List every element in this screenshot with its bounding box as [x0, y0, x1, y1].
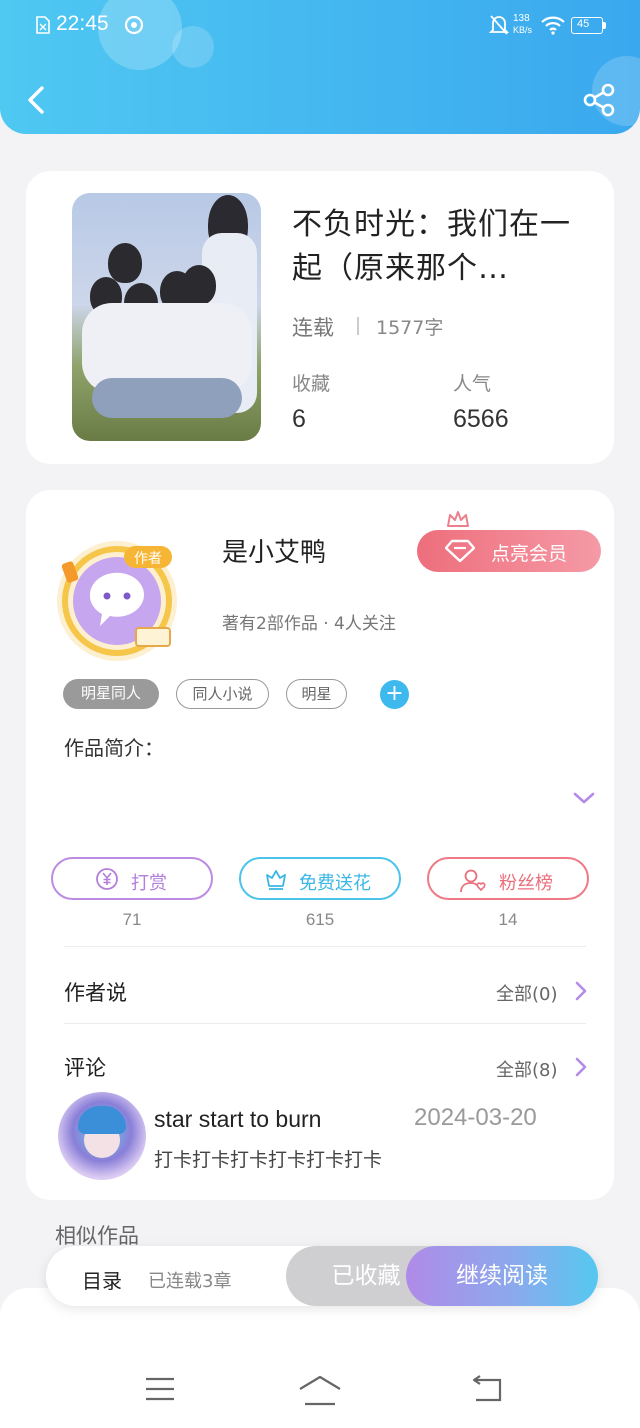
favorites-label: 收藏	[292, 373, 331, 395]
vip-member-button[interactable]: 点亮会员	[417, 530, 601, 572]
net-speed-unit: KB/s	[513, 25, 533, 35]
section-divider	[64, 1023, 586, 1024]
diamond-icon	[445, 539, 475, 563]
author-badge-text: 作者	[134, 551, 162, 567]
section-divider	[64, 946, 586, 947]
author-stats: 著有2部作品 · 4人关注	[222, 614, 396, 634]
app-notification-icon	[124, 15, 144, 35]
fan-user-icon	[460, 869, 486, 893]
fan-ranking-button[interactable]: 粉丝榜	[427, 857, 589, 900]
author-name[interactable]: 是小艾鸭	[222, 532, 326, 569]
free-flower-button[interactable]: 免费送花	[239, 857, 401, 900]
cover-figure	[92, 378, 242, 418]
book-cover-image[interactable]	[72, 193, 261, 441]
book-title: 不负时光：我们在一起（原来那个…	[292, 207, 571, 286]
fan-ranking-label: 粉丝榜	[499, 873, 553, 894]
reward-button[interactable]: 打赏	[51, 857, 213, 900]
popularity-value: 6566	[453, 405, 509, 433]
add-tag-button[interactable]: +	[380, 680, 409, 709]
tag-item[interactable]: 明星	[286, 679, 347, 709]
silent-bell-icon	[489, 15, 509, 35]
popularity-label: 人气	[453, 373, 492, 395]
chevron-left-icon[interactable]	[20, 80, 56, 120]
chevron-right-icon[interactable]	[574, 1056, 588, 1078]
author-avatar[interactable]: 作者	[52, 536, 182, 666]
comment-date: 2024-03-20	[414, 1104, 537, 1131]
tag-item[interactable]: 同人小说	[176, 679, 269, 709]
author-says-title: 作者说	[64, 981, 127, 1005]
status-bar: 22:45 138 KB/s 45	[0, 0, 640, 52]
battery-level: 45	[577, 18, 590, 30]
commenter-name[interactable]: star start to burn	[154, 1106, 321, 1133]
comments-more-link[interactable]: 全部(8)	[496, 1056, 558, 1082]
comments-title: 评论	[64, 1056, 106, 1080]
author-says-more-link[interactable]: 全部(0)	[496, 980, 558, 1006]
top-header: 22:45 138 KB/s 45	[0, 0, 640, 134]
word-count: 1577字	[376, 317, 444, 339]
cover-figure	[182, 265, 216, 305]
battery-tip	[603, 22, 606, 29]
back-icon[interactable]	[470, 1374, 504, 1404]
bottom-sheet	[0, 1288, 640, 1428]
battery-icon: 45	[571, 17, 603, 34]
continue-reading-button[interactable]: 继续阅读	[406, 1246, 598, 1306]
intro-label: 作品简介：	[64, 736, 164, 760]
reward-count: 71	[122, 910, 142, 929]
vip-member-label: 点亮会员	[491, 543, 568, 565]
toc-button[interactable]: 目录	[82, 1265, 122, 1294]
book-status: 连载	[292, 316, 334, 340]
share-icon[interactable]	[582, 82, 618, 118]
wifi-icon	[541, 16, 565, 35]
menu-icon[interactable]	[144, 1374, 176, 1404]
favorites-value: 6	[292, 405, 306, 433]
home-icon[interactable]	[298, 1374, 342, 1406]
stat-divider	[357, 317, 359, 335]
comment-text: 打卡打卡打卡打卡打卡打卡	[154, 1149, 383, 1171]
yen-coin-icon	[96, 868, 118, 890]
avatar-hair	[78, 1106, 126, 1134]
clock-time: 22:45	[56, 12, 109, 35]
crown-icon	[447, 511, 469, 527]
cover-figure	[108, 243, 142, 283]
sim-card-icon	[36, 16, 50, 34]
flower-icon	[266, 870, 286, 890]
flower-count: 615	[305, 910, 335, 929]
free-flower-label: 免费送花	[299, 873, 371, 894]
net-speed-value: 138	[513, 13, 530, 24]
tag-item[interactable]: 明星同人	[63, 679, 159, 709]
reward-label: 打赏	[131, 873, 167, 894]
commenter-avatar[interactable]	[58, 1092, 146, 1180]
chevron-down-icon[interactable]	[572, 788, 596, 808]
chevron-right-icon[interactable]	[574, 980, 588, 1002]
chapter-count: 已连载3章	[148, 1271, 232, 1292]
fan-count: 14	[498, 910, 518, 929]
